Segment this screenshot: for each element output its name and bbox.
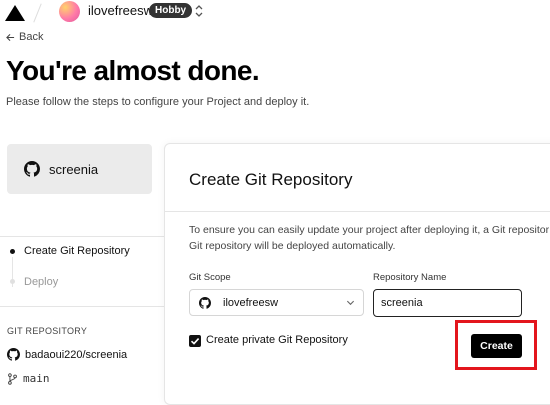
private-repo-checkbox-label[interactable]: Create private Git Repository <box>206 334 348 346</box>
git-scope-value: ilovefreesw <box>223 296 279 309</box>
github-icon <box>24 161 40 177</box>
git-scope-select[interactable]: ilovefreesw <box>189 289 364 316</box>
create-button[interactable]: Create <box>471 334 522 358</box>
divider <box>165 211 550 212</box>
back-label: Back <box>19 31 44 43</box>
git-repo-link[interactable]: badaoui220/screenia <box>7 348 127 361</box>
step-indicator-active <box>10 249 15 254</box>
breadcrumb-separator <box>33 3 42 23</box>
github-icon <box>7 348 20 361</box>
git-repository-heading: GIT REPOSITORY <box>7 326 88 336</box>
repo-card: screenia <box>7 144 152 194</box>
step-indicator-inactive <box>10 279 15 284</box>
git-scope-label: Git Scope <box>189 272 231 283</box>
page-title: You're almost done. <box>6 55 260 86</box>
description-line: To ensure you can easily update your pro… <box>189 224 550 236</box>
avatar[interactable] <box>59 1 80 22</box>
repo-card-name: screenia <box>49 161 99 177</box>
panel-description: To ensure you can easily update your pro… <box>189 222 550 254</box>
step-deploy: Deploy <box>24 276 59 288</box>
arrow-left-icon <box>6 33 15 41</box>
branch-name: main <box>23 372 50 385</box>
step-create-git-repository: Create Git Repository <box>24 245 130 257</box>
divider <box>0 236 165 237</box>
team-name[interactable]: ilovefreesw <box>88 3 153 18</box>
git-branch: main <box>7 372 50 385</box>
github-icon <box>199 296 211 309</box>
check-icon <box>190 338 200 345</box>
private-repo-checkbox[interactable] <box>189 335 201 347</box>
git-branch-icon <box>8 372 17 385</box>
description-line: Git repository will be deployed automati… <box>189 240 396 252</box>
repository-name-input[interactable] <box>373 289 522 317</box>
back-link[interactable]: Back <box>6 31 43 43</box>
vercel-logo-icon[interactable] <box>5 5 25 21</box>
git-repo-name: badaoui220/screenia <box>25 348 128 361</box>
divider <box>0 306 165 307</box>
chevron-updown-icon[interactable] <box>194 3 204 19</box>
panel-title: Create Git Repository <box>189 170 353 189</box>
repository-name-label: Repository Name <box>373 272 447 283</box>
chevron-down-icon <box>346 300 355 306</box>
plan-badge: Hobby <box>149 3 193 18</box>
page-subtitle: Please follow the steps to configure you… <box>6 96 310 108</box>
